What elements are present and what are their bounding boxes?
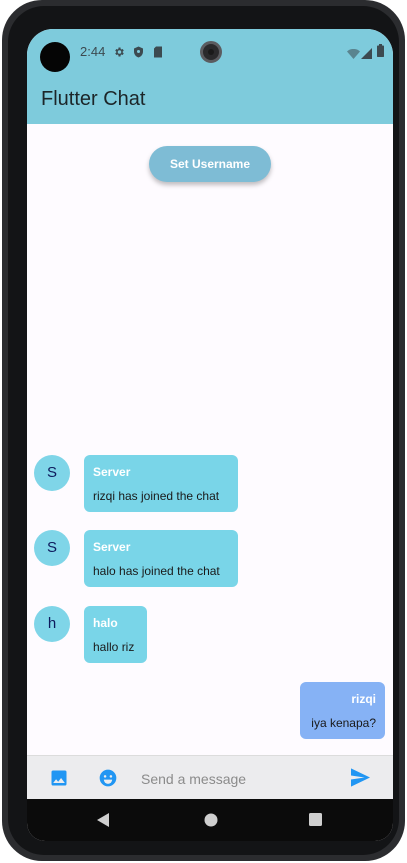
sd-card-icon: [153, 45, 163, 63]
avatar: S: [34, 530, 70, 566]
shield-icon: [133, 45, 144, 63]
avatar: h: [34, 606, 70, 642]
phone-frame: 2:44 Flutter Chat Set Username S Server …: [2, 0, 405, 861]
signal-icon: [361, 46, 372, 64]
app-screen: 2:44 Flutter Chat Set Username S Server …: [27, 29, 393, 841]
app-bar: 2:44 Flutter Chat: [27, 29, 393, 124]
image-icon[interactable]: [49, 768, 69, 793]
message-bubble: Server rizqi has joined the chat: [84, 455, 238, 512]
message-composer: [27, 755, 393, 799]
message-bubble: halo hallo riz: [84, 606, 147, 663]
message-bubble: Server halo has joined the chat: [84, 530, 238, 587]
battery-icon: [377, 44, 384, 62]
message-text: hallo riz: [93, 640, 135, 654]
home-icon[interactable]: [204, 813, 218, 832]
back-icon[interactable]: [97, 813, 109, 832]
message-sender: rizqi: [351, 692, 376, 706]
send-icon[interactable]: [350, 768, 371, 792]
status-bar: 2:44: [27, 29, 393, 75]
camera-cutout: [40, 42, 70, 72]
phone-bezel: 2:44 Flutter Chat Set Username S Server …: [8, 6, 399, 855]
message-sender: halo: [93, 616, 118, 630]
set-username-button[interactable]: Set Username: [149, 146, 271, 182]
avatar: S: [34, 455, 70, 491]
front-camera: [200, 41, 222, 63]
message-sender: Server: [93, 540, 131, 554]
page-title: Flutter Chat: [41, 88, 146, 110]
message-text: halo has joined the chat: [93, 564, 220, 578]
message-text: iya kenapa?: [311, 716, 376, 730]
system-nav-bar: [27, 799, 393, 841]
emoji-icon[interactable]: [98, 768, 118, 793]
gear-icon: [113, 45, 125, 63]
message-sender: Server: [93, 465, 131, 479]
message-bubble-outgoing: rizqi iya kenapa?: [300, 682, 385, 739]
message-text: rizqi has joined the chat: [93, 489, 220, 503]
message-input[interactable]: [141, 768, 341, 790]
recents-icon[interactable]: [309, 813, 322, 831]
status-time: 2:44: [80, 44, 106, 59]
wifi-icon: [347, 46, 360, 64]
